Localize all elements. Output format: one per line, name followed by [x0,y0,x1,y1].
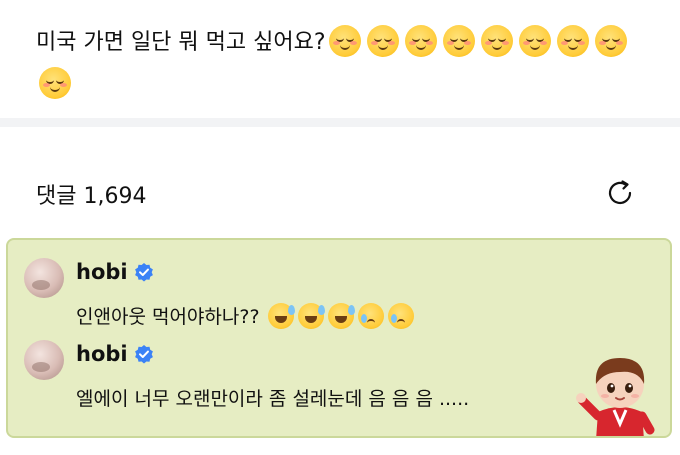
avatar[interactable] [24,340,64,380]
verified-badge-icon [134,345,153,364]
smiling-face-emoji [594,25,627,57]
smiling-face-emoji [518,25,551,57]
verified-badge-icon [134,263,153,282]
smiling-face-emoji [328,25,361,57]
smiling-face-emoji [556,25,589,57]
comment-text: 엘에이 너무 오랜만이라 좀 설레눈데 음 음 음 ..... [76,388,470,410]
highlighted-comments-panel: hobi 인앤아웃 먹어야하나?? hobi 엘에이 너무 오랜만이라 좀 설레… [6,238,672,438]
comments-count-label: 댓글 1,694 [36,184,147,209]
comment-author-name[interactable]: hobi [76,260,128,284]
smiling-face-emoji [442,25,475,57]
smiling-face-emoji [39,67,71,99]
grinning-sweat-emoji [297,303,325,329]
comment-emoji-row [266,303,416,329]
comment-text: 인앤아웃 먹어야하나?? [76,306,266,328]
refresh-icon[interactable] [604,177,636,209]
avatar[interactable] [24,258,64,298]
smiling-face-emoji [480,25,513,57]
comment-author-row: hobi [76,342,154,366]
post-text-block: 미국 가면 일단 뭐 먹고 싶어요? [36,22,656,106]
grinning-sweat-emoji [267,303,295,329]
comment-text-row: 인앤아웃 먹어야하나?? [76,302,416,332]
smiling-face-emoji [404,25,437,57]
grinning-sweat-emoji [327,303,355,329]
comment-author-name[interactable]: hobi [76,342,128,366]
crying-face-emoji [387,303,414,329]
smiling-face-emoji [366,25,399,57]
crying-face-emoji [357,303,384,329]
comment-author-row: hobi [76,260,154,284]
character-sticker [576,358,655,436]
section-divider [0,118,680,127]
post-text: 미국 가면 일단 뭐 먹고 싶어요? [36,30,326,55]
